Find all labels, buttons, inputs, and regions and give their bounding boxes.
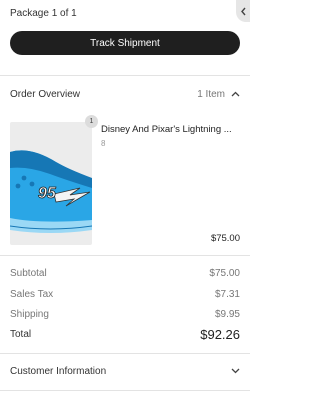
product-size: 8 [101,139,106,148]
divider [0,75,250,76]
order-overview-header[interactable]: Order Overview 1 Item [10,86,240,102]
divider [0,390,250,391]
customer-information-title: Customer Information [10,365,107,377]
sales-tax-label: Sales Tax [10,289,54,300]
chevron-up-icon[interactable] [231,91,240,97]
shoe-image [10,150,92,233]
sales-tax-row: Sales Tax $7.31 [10,289,240,300]
order-overview-title: Order Overview [10,88,81,100]
product-price: $75.00 [210,233,240,244]
customer-information-header[interactable]: Customer Information [10,363,240,379]
package-label: Package 1 of 1 [10,8,77,19]
chevron-left-icon [240,7,246,15]
shoe-number: 95 [38,185,57,203]
sales-tax-value: $7.31 [214,289,240,300]
track-shipment-button[interactable]: Track Shipment [10,31,240,55]
total-row: Total $92.26 [10,327,240,342]
subtotal-label: Subtotal [10,268,47,279]
divider [0,255,250,256]
quantity-badge: 1 [85,115,98,128]
subtotal-row: Subtotal $75.00 [10,268,240,279]
shipping-value: $9.95 [214,309,240,320]
subtotal-value: $75.00 [209,268,240,279]
side-tab[interactable] [236,0,250,22]
product-name[interactable]: Disney And Pixar's Lightning ... [101,124,241,135]
track-shipment-label: Track Shipment [90,37,160,49]
product-image[interactable]: 95 [10,122,92,245]
total-value: $92.26 [200,327,240,342]
chevron-down-icon[interactable] [231,368,240,374]
shipping-row: Shipping $9.95 [10,309,240,320]
total-label: Total [10,329,32,340]
shipping-label: Shipping [10,309,49,320]
item-count: 1 Item [197,88,225,100]
divider [0,353,250,354]
